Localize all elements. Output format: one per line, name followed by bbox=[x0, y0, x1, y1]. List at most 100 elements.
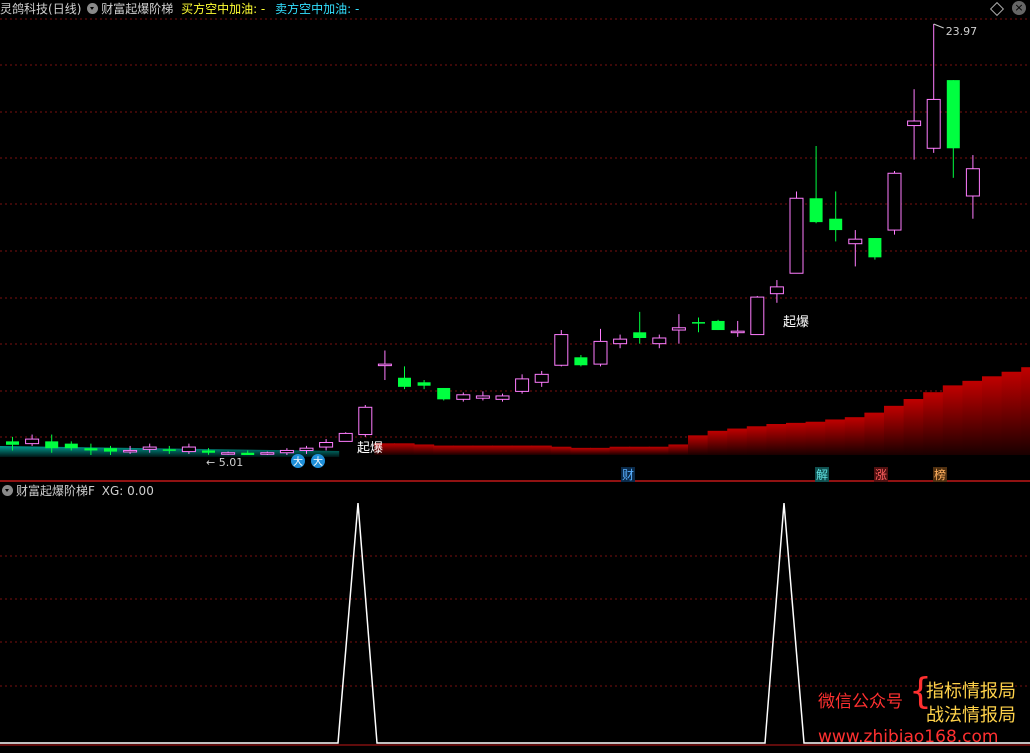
candle-body[interactable] bbox=[398, 377, 411, 387]
xg-value: XG: 0.00 bbox=[101, 484, 154, 498]
candle-body[interactable] bbox=[241, 452, 255, 455]
ladder-bar bbox=[570, 447, 591, 455]
candle-body[interactable] bbox=[181, 446, 196, 453]
ladder-bar bbox=[786, 422, 807, 455]
candle-body[interactable] bbox=[279, 449, 294, 454]
candle-body[interactable] bbox=[475, 395, 490, 399]
candle-body[interactable] bbox=[534, 373, 549, 383]
app-root: 23.97 ← 5.01 起爆 起爆大大财解涨榜 灵鸽科技(日线) 财富起爆阶梯 买方… bbox=[0, 0, 1030, 753]
candle-body[interactable] bbox=[260, 452, 275, 455]
candle-body[interactable] bbox=[613, 338, 628, 345]
candle-body[interactable] bbox=[202, 450, 215, 453]
candle-body[interactable] bbox=[946, 80, 960, 149]
ladder-bar bbox=[844, 417, 866, 455]
circle-badge-text: 大 bbox=[293, 455, 303, 468]
period-label: (日线) bbox=[48, 2, 82, 16]
candle-body[interactable] bbox=[84, 448, 98, 451]
candle-body[interactable] bbox=[671, 327, 686, 331]
candle-body[interactable] bbox=[6, 441, 19, 445]
candle-body[interactable] bbox=[25, 438, 40, 445]
candle-body[interactable] bbox=[358, 406, 373, 436]
marker-tag-2: 涨 bbox=[875, 467, 887, 482]
candle-body[interactable] bbox=[456, 394, 471, 400]
ladder-bar bbox=[1001, 371, 1023, 455]
sub-indicator-dropdown-icon[interactable] bbox=[2, 485, 13, 496]
candle-body[interactable] bbox=[769, 286, 784, 295]
indicator-name: 财富起爆阶梯 bbox=[101, 2, 174, 16]
candle-body[interactable] bbox=[887, 172, 902, 231]
main-chart[interactable]: 23.97← 5.01起爆起爆大 大财解涨榜 bbox=[0, 0, 1030, 753]
candle-body[interactable] bbox=[730, 330, 745, 334]
ladder-bar bbox=[746, 426, 768, 455]
ladder-bar bbox=[531, 445, 552, 455]
candle-body[interactable] bbox=[319, 442, 334, 448]
candle-body[interactable] bbox=[750, 296, 765, 336]
candle-body[interactable] bbox=[907, 120, 922, 127]
ladder-bar bbox=[609, 446, 631, 455]
ladder-bar bbox=[550, 446, 572, 455]
ladder-bar bbox=[492, 445, 513, 455]
ladder-bar bbox=[903, 399, 925, 455]
candle-body[interactable] bbox=[299, 447, 314, 451]
marker-tag-1: 解 bbox=[816, 468, 828, 482]
ladder-bar bbox=[942, 385, 964, 455]
candle-body[interactable] bbox=[104, 448, 117, 452]
high-price-label: 23.97 bbox=[946, 25, 978, 38]
candle-body[interactable] bbox=[142, 446, 157, 450]
candle-body[interactable] bbox=[692, 322, 705, 324]
candle-body[interactable] bbox=[515, 378, 530, 392]
sell-refuel-label: 卖方空中加油: - bbox=[275, 2, 360, 16]
ladder-bar bbox=[472, 445, 493, 455]
ladder-bar bbox=[668, 444, 689, 455]
marker-tag-3: 榜 bbox=[934, 467, 946, 482]
sub-indicator-name: 财富起爆阶梯F bbox=[16, 484, 95, 498]
ladder-bar bbox=[727, 428, 748, 455]
candle-body[interactable] bbox=[123, 449, 138, 453]
candle-body[interactable] bbox=[868, 238, 882, 258]
ladder-bar bbox=[590, 447, 611, 455]
ladder-bar bbox=[1021, 367, 1030, 455]
sub-chart-header: 财富起爆阶梯F XG: 0.00 bbox=[0, 482, 1030, 500]
watermark-line1: 指标情报局 bbox=[926, 681, 1016, 702]
candle-body[interactable] bbox=[495, 395, 510, 400]
ladder-bar bbox=[394, 443, 415, 455]
candle-body[interactable] bbox=[574, 357, 588, 366]
candle-body[interactable] bbox=[633, 332, 647, 338]
breakout-signal-label: 起爆 bbox=[783, 315, 809, 330]
watermark-line2: 战法情报局 bbox=[926, 705, 1016, 726]
low-price-label: ← 5.01 bbox=[206, 456, 243, 469]
close-icon[interactable]: × bbox=[1012, 1, 1026, 15]
candle-body[interactable] bbox=[926, 98, 941, 149]
high-marker bbox=[933, 23, 944, 29]
ladder-bar bbox=[511, 445, 533, 455]
candle-body[interactable] bbox=[789, 197, 804, 274]
candle-body[interactable] bbox=[711, 320, 725, 331]
candle-body[interactable] bbox=[338, 432, 353, 442]
ladder-bar bbox=[648, 446, 670, 455]
ladder-bar bbox=[962, 380, 983, 455]
candle-body[interactable] bbox=[45, 441, 59, 449]
ladder-bar bbox=[825, 419, 846, 455]
indicator-dropdown-icon[interactable] bbox=[87, 3, 99, 14]
candle-body[interactable] bbox=[829, 218, 843, 231]
app-name: 灵鸽科技 bbox=[0, 2, 49, 16]
candle-body[interactable] bbox=[652, 337, 667, 345]
candle-body[interactable] bbox=[554, 334, 569, 366]
candle-body[interactable] bbox=[809, 198, 823, 223]
candle-body[interactable] bbox=[221, 452, 236, 455]
candle-body[interactable] bbox=[417, 382, 431, 386]
candle-body[interactable] bbox=[377, 363, 392, 367]
candle-body[interactable] bbox=[437, 387, 451, 400]
main-chart-header: 灵鸽科技(日线) 财富起爆阶梯 买方空中加油: - 卖方空中加油: - bbox=[0, 0, 1030, 18]
ladder-bar bbox=[688, 435, 709, 455]
candle-body[interactable] bbox=[965, 168, 980, 197]
ladder-bar bbox=[707, 430, 729, 455]
ladder-bar bbox=[982, 376, 1003, 455]
marker-tag-0: 财 bbox=[622, 468, 634, 482]
candle-body[interactable] bbox=[593, 340, 608, 365]
candle-body[interactable] bbox=[848, 238, 863, 245]
candle-body[interactable] bbox=[162, 449, 176, 451]
buy-refuel-label: 买方空中加油: - bbox=[181, 2, 266, 16]
candle-body[interactable] bbox=[64, 443, 78, 449]
breakout-signal-label: 起爆 bbox=[357, 441, 383, 456]
